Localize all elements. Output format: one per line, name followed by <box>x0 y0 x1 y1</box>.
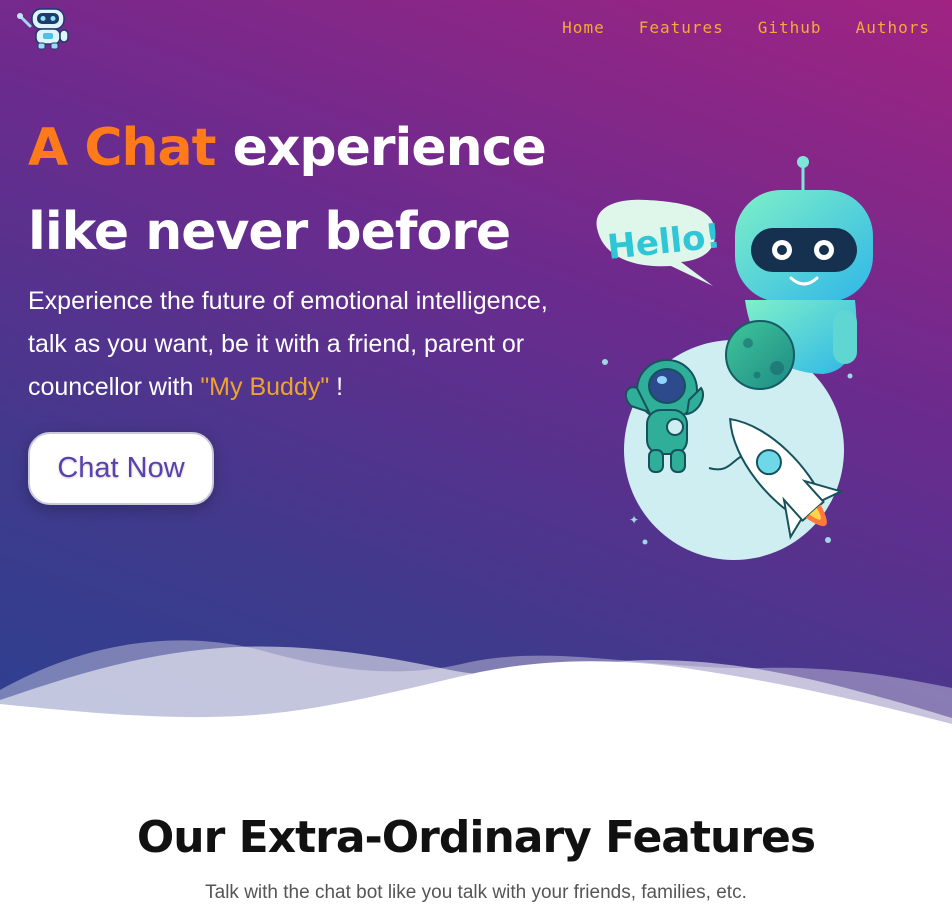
robot-astronaut-rocket-illustration: ✦ Hello! <box>596 156 873 560</box>
svg-text:✦: ✦ <box>629 513 639 527</box>
hero-section: Home Features Github Authors A Chat expe… <box>0 0 952 740</box>
nav-features-link[interactable]: Features <box>639 18 724 37</box>
nav-github-link[interactable]: Github <box>758 18 822 37</box>
hero-headline: A Chat experience like never before <box>28 106 588 274</box>
robot-logo-icon[interactable] <box>16 6 74 50</box>
wave-divider <box>0 640 952 740</box>
top-nav: Home Features Github Authors <box>562 18 930 37</box>
nav-home-link[interactable]: Home <box>562 18 605 37</box>
subtitle-buddy: "My Buddy" <box>200 373 330 401</box>
hero-subtitle: Experience the future of emotional intel… <box>28 280 548 409</box>
nav-authors-link[interactable]: Authors <box>856 18 930 37</box>
subtitle-end: ! <box>329 373 344 401</box>
headline-accent: A Chat <box>28 118 216 178</box>
features-title: Our Extra-Ordinary Features <box>136 812 816 863</box>
chat-now-button[interactable]: Chat Now <box>28 432 214 505</box>
features-subtitle: Talk with the chat bot like you talk wit… <box>205 882 747 903</box>
